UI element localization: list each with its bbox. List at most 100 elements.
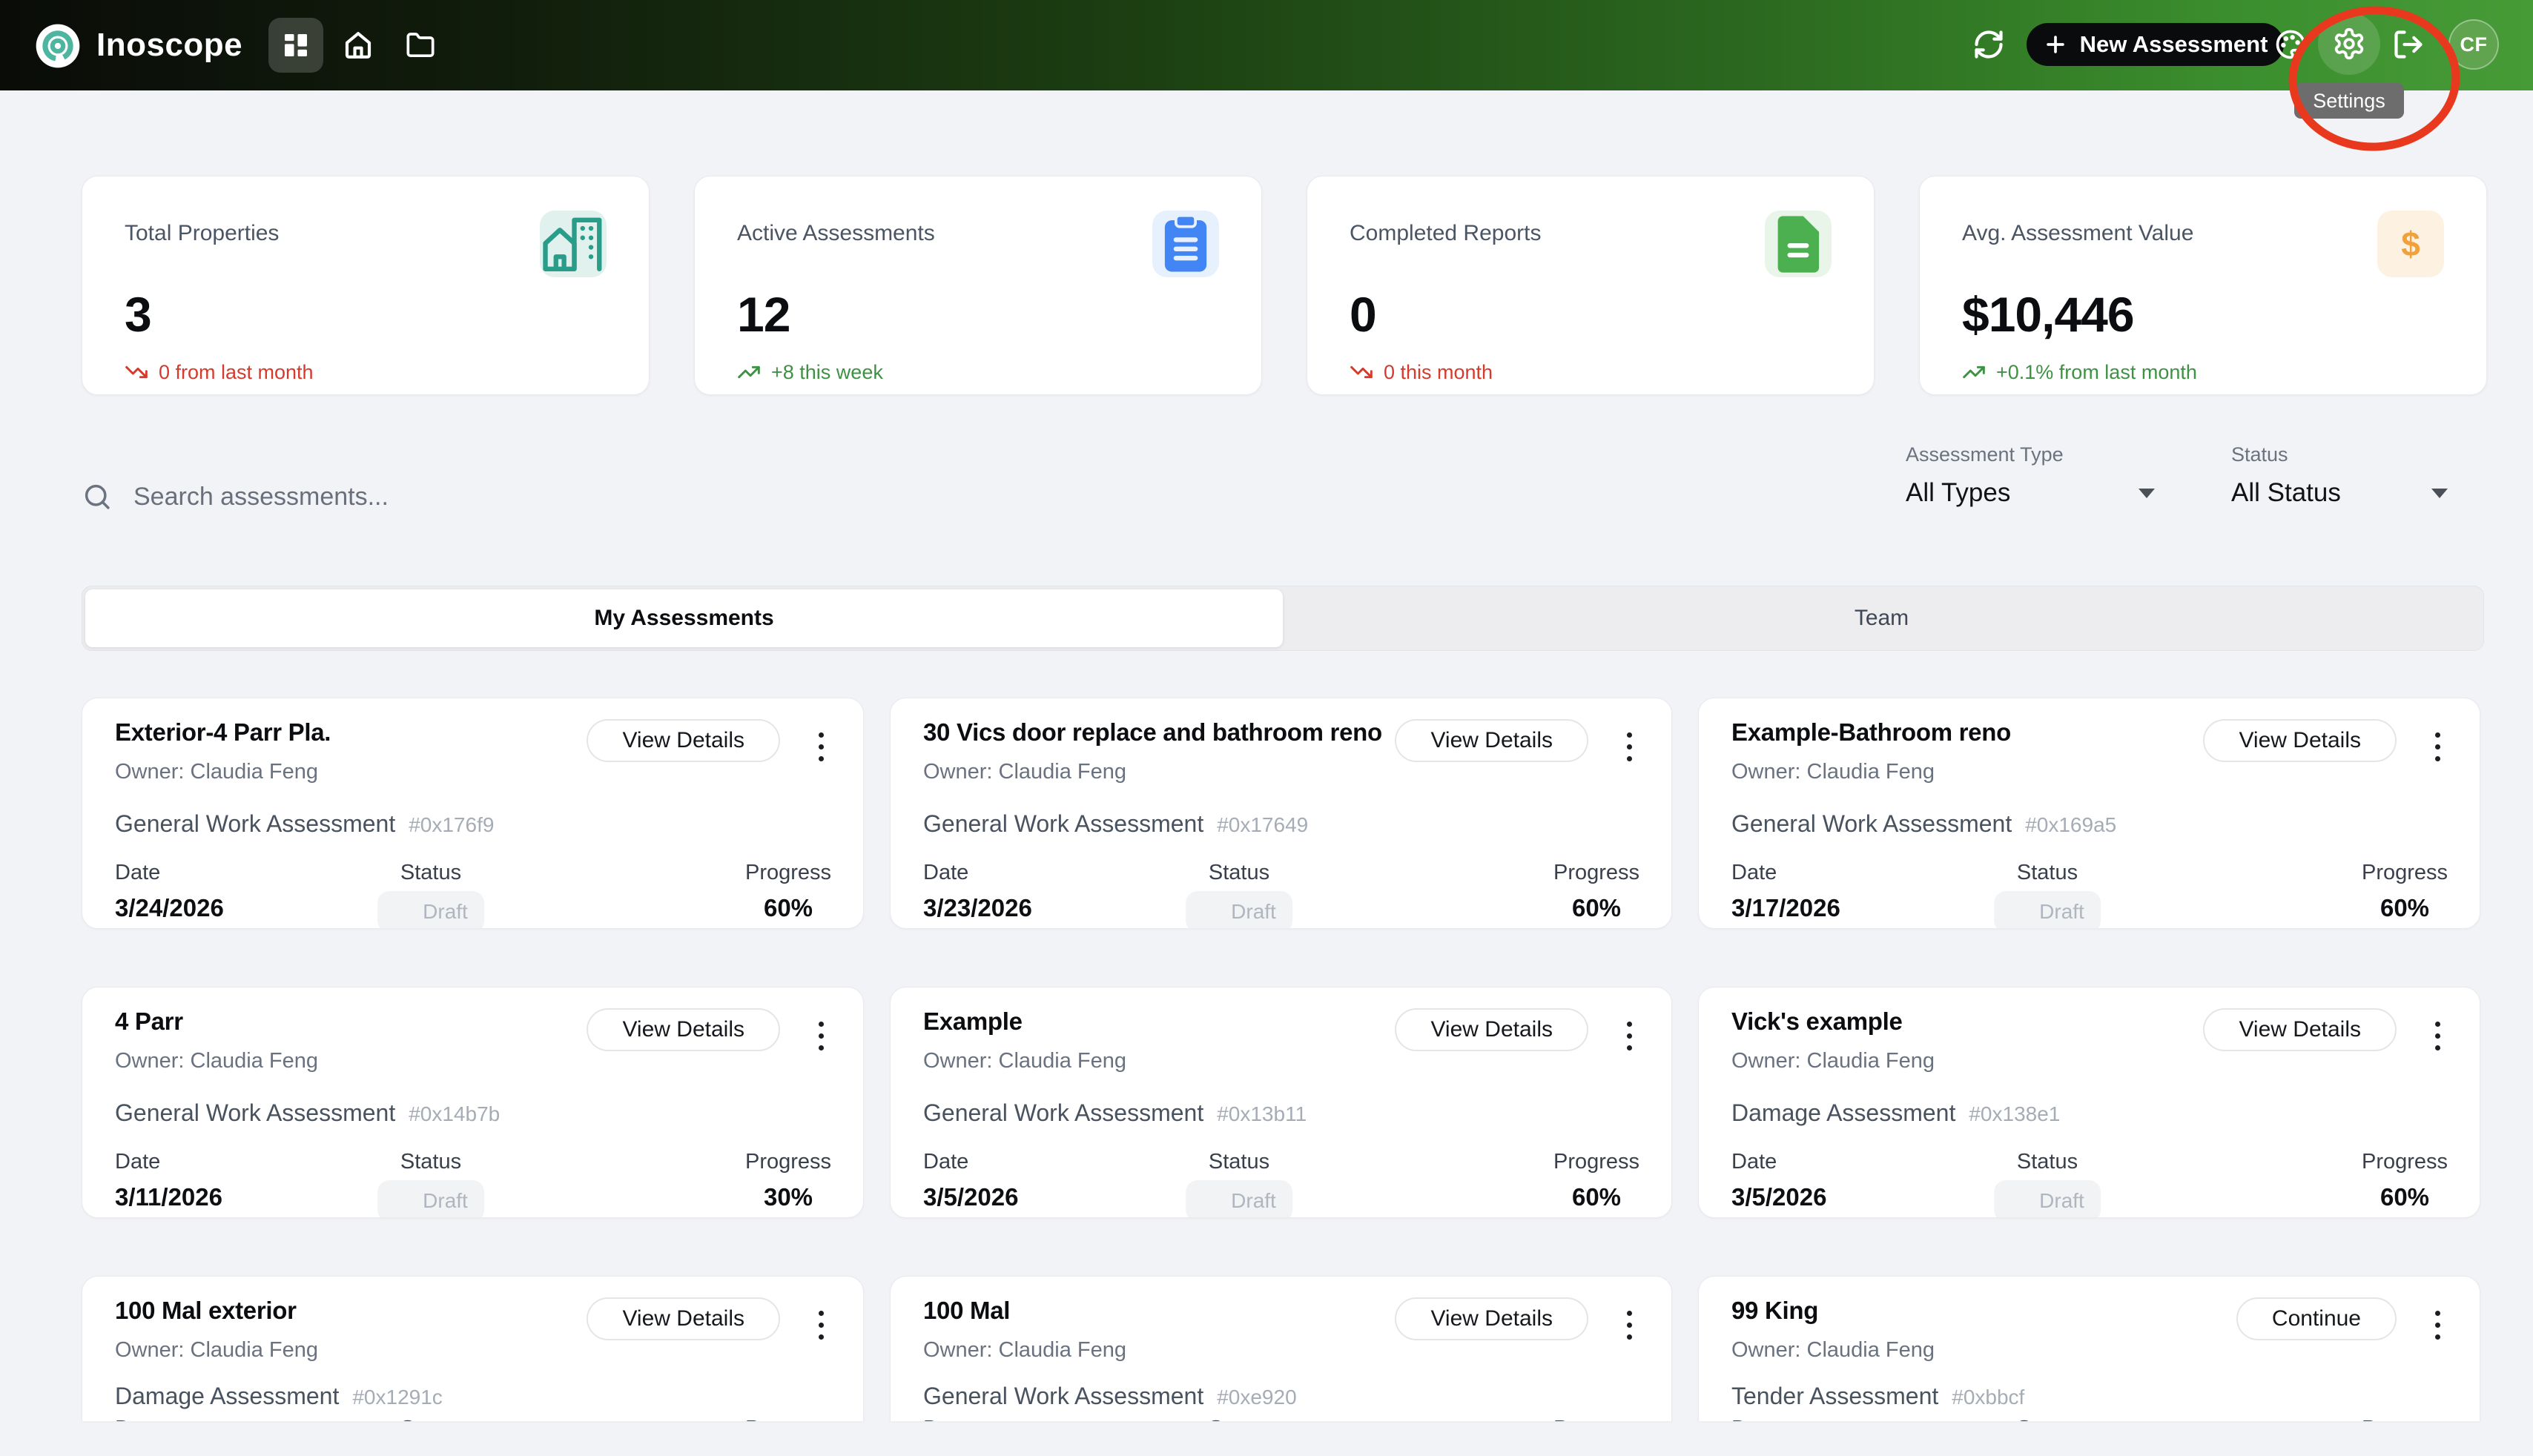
settings-button[interactable] (2318, 13, 2380, 75)
stat-label: Completed Reports (1350, 221, 1832, 246)
card-action-button[interactable]: View Details (1395, 1008, 1588, 1051)
assessment-id: #0x1291c (352, 1382, 442, 1413)
chevron-down-icon (2431, 489, 2448, 498)
palette-icon[interactable] (2275, 29, 2306, 60)
stat-label: Avg. Assessment Value (1962, 221, 2444, 246)
card-action-button[interactable]: Continue (2236, 1297, 2397, 1340)
progress-value: 60% (2362, 1183, 2448, 1211)
assessment-type: General Work Assessment (115, 808, 395, 839)
card-action-button[interactable]: View Details (587, 1008, 780, 1051)
draft-pen-icon (394, 1191, 414, 1211)
nav-home-button[interactable] (331, 18, 386, 73)
progress-value: 60% (1553, 894, 1639, 922)
search-input[interactable] (133, 483, 1320, 512)
status-badge: Draft (1186, 1180, 1292, 1218)
more-options-icon[interactable] (2435, 1311, 2441, 1346)
more-options-icon[interactable] (819, 1311, 825, 1346)
card-action-button[interactable]: View Details (2203, 1008, 2397, 1051)
chevron-down-icon (2139, 489, 2155, 498)
assessment-card: Exterior-4 Parr Pla. Owner: Claudia Feng… (82, 698, 864, 929)
more-options-icon[interactable] (2435, 1022, 2441, 1057)
more-options-icon[interactable] (819, 732, 825, 768)
refresh-icon[interactable] (1972, 28, 2005, 61)
assessment-type: General Work Assessment (1731, 808, 2012, 839)
top-navbar: Inoscope New Assessment CF (0, 0, 2533, 90)
more-options-icon[interactable] (1627, 732, 1633, 768)
folder-icon (406, 30, 435, 60)
new-assessment-label: New Assessment (2080, 31, 2268, 58)
date-label: Date (115, 860, 224, 885)
stat-label: Total Properties (125, 221, 607, 246)
progress-value: 30% (745, 1183, 831, 1211)
stat-card: Completed Reports 0 0 this month (1307, 176, 1875, 395)
draft-pen-icon (2010, 902, 2030, 922)
status-label: Status (1994, 1149, 2101, 1174)
assessment-card: Example-Bathroom reno Owner: Claudia Fen… (1698, 698, 2480, 929)
status-label: Status (377, 860, 484, 885)
draft-pen-icon (394, 902, 414, 922)
stat-trend-text: 0 this month (1384, 361, 1493, 384)
card-action-button[interactable]: View Details (1395, 1297, 1588, 1340)
logout-icon[interactable] (2392, 28, 2425, 61)
date-value: 3/17/2026 (1731, 894, 1840, 922)
trending-down-icon (1350, 360, 1373, 384)
building-icon (540, 211, 607, 277)
avatar[interactable]: CF (2448, 19, 2499, 70)
progress-label: Progress (1553, 860, 1639, 885)
status-label: Status (2017, 1416, 2078, 1421)
assessment-card: Example Owner: Claudia Feng General Work… (890, 987, 1672, 1218)
status-value: Draft (423, 1189, 468, 1213)
status-badge: Draft (1186, 891, 1292, 929)
more-options-icon[interactable] (2435, 732, 2441, 768)
draft-pen-icon (2010, 1191, 2030, 1211)
progress-value: 60% (2362, 894, 2448, 922)
inoscope-logo-icon (34, 22, 82, 70)
new-assessment-button[interactable]: New Assessment (2027, 23, 2284, 66)
card-action-button[interactable]: View Details (2203, 719, 2397, 762)
status-badge: Draft (377, 1180, 484, 1218)
assessment-card: 100 Mal Owner: Claudia Feng General Work… (890, 1276, 1672, 1421)
card-action-button[interactable]: View Details (587, 719, 780, 762)
assessment-id: #0x138e1 (1969, 1099, 2060, 1130)
date-value: 3/5/2026 (923, 1183, 1018, 1211)
status-label: Status (1186, 1149, 1292, 1174)
status-badge: Draft (1994, 1180, 2101, 1218)
trending-down-icon (125, 360, 148, 384)
stat-trend: 0 this month (1350, 360, 1832, 384)
status-label: Status (1186, 860, 1292, 885)
card-action-button[interactable]: View Details (587, 1297, 780, 1340)
progress-label: Progress (1553, 1416, 1639, 1421)
assessment-id: #0x17649 (1217, 810, 1308, 841)
status-badge: Draft (1994, 891, 2101, 929)
progress-label: Progress (745, 1149, 831, 1174)
stats-row: Total Properties 3 0 from last month Act… (82, 176, 2487, 395)
more-options-icon[interactable] (1627, 1022, 1633, 1057)
avatar-initials: CF (2460, 33, 2488, 56)
card-action-button[interactable]: View Details (1395, 719, 1588, 762)
date-value: 3/5/2026 (1731, 1183, 1826, 1211)
more-options-icon[interactable] (1627, 1311, 1633, 1346)
progress-label: Progress (1553, 1149, 1639, 1174)
status-label: Status (1209, 1416, 1270, 1421)
dollar-icon: $ (2377, 211, 2444, 277)
stat-card: Active Assessments 12 +8 this week (694, 176, 1262, 395)
stat-trend: 0 from last month (125, 360, 607, 384)
nav-dashboard-button[interactable] (268, 18, 323, 73)
stat-trend: +8 this week (737, 360, 1219, 384)
assessment-id: #0x14b7b (409, 1099, 500, 1130)
file-icon (1765, 211, 1832, 277)
stat-value: 0 (1350, 286, 1832, 343)
stat-value: $10,446 (1962, 286, 2444, 343)
date-label: Date (923, 860, 1032, 885)
clipboard-icon (1152, 211, 1219, 277)
more-options-icon[interactable] (819, 1022, 825, 1057)
status-filter[interactable]: Status All Status (2231, 443, 2448, 508)
nav-projects-button[interactable] (393, 18, 448, 73)
assessment-card: 30 Vics door replace and bathroom reno O… (890, 698, 1672, 929)
status-label: Status (377, 1149, 484, 1174)
tab-team[interactable]: Team (1283, 589, 2480, 647)
tab-my-assessments[interactable]: My Assessments (85, 589, 1283, 647)
assessment-card: 99 King Owner: Claudia Feng Tender Asses… (1698, 1276, 2480, 1421)
assessment-type-filter[interactable]: Assessment Type All Types (1906, 443, 2155, 508)
primary-nav (268, 18, 448, 73)
